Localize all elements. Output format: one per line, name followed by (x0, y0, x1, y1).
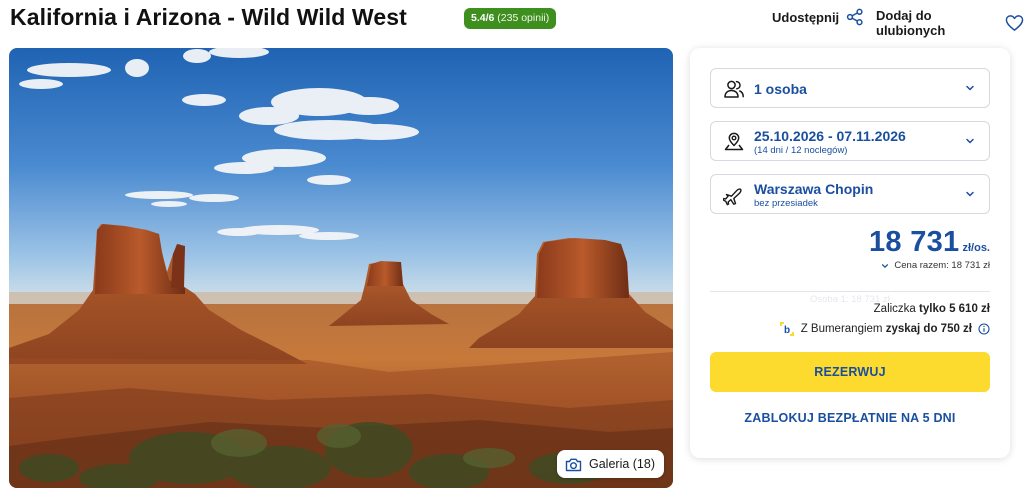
bumerang-info: b Z Bumerangiem zyskaj do 750 zł (779, 321, 990, 337)
map-pin-icon (724, 132, 744, 151)
total-price: Cena razem: 18 731 zł (894, 260, 990, 271)
gallery-button[interactable]: Galeria (18) (557, 450, 664, 478)
bumerang-prefix: Z Bumerangiem (800, 323, 886, 335)
bumerang-logo-icon: b (779, 322, 794, 336)
divider (710, 291, 990, 292)
share-button[interactable]: Udostępnij (772, 8, 864, 26)
share-label: Udostępnij (772, 9, 840, 25)
favorites-label: Dodaj do ulubionych (876, 8, 946, 38)
page-title: Kalifornia i Arizona - Wild Wild West (10, 4, 407, 30)
rating-badge[interactable]: 5.4/6 (235 opinii) (464, 8, 557, 29)
bumerang-amount: zyskaj do 750 zł (885, 323, 972, 335)
deposit-amount: tylko 5 610 zł (919, 303, 990, 315)
svg-text:b: b (784, 325, 790, 336)
dates-duration: (14 dni / 12 noclegów) (754, 145, 848, 156)
deposit-info: Zaliczka tylko 5 610 zł (874, 303, 990, 315)
chevron-down-icon (882, 263, 889, 268)
reserve-button[interactable]: REZERWUJ (710, 352, 990, 392)
plane-icon (723, 188, 742, 206)
chevron-down-icon (966, 85, 974, 91)
price-per-person: 18 731 zł/os. (710, 226, 990, 259)
hero-photo[interactable]: Galeria (18) (9, 48, 673, 488)
chevron-down-icon (966, 191, 974, 197)
info-icon[interactable] (978, 323, 990, 335)
departure-note: bez przesiadek (754, 198, 818, 209)
deposit-prefix: Zaliczka (873, 303, 920, 315)
persons-select[interactable]: 1 osoba (710, 68, 990, 108)
rating-count: (235 opinii) (497, 12, 550, 24)
price-unit: zł/os. (962, 242, 990, 254)
block-free-button[interactable]: ZABLOKUJ BEZPŁATNIE NA 5 DNI (710, 400, 990, 436)
persons-value: 1 osoba (754, 81, 807, 97)
people-icon (724, 80, 744, 98)
departure-value: Warszawa Chopin (754, 181, 874, 197)
total-price-toggle[interactable]: Cena razem: 18 731 zł (881, 260, 990, 271)
price-amount: 18 731 (868, 226, 960, 258)
page-header: Kalifornia i Arizona - Wild Wild West 5.… (0, 0, 1024, 40)
monument-valley-image (9, 48, 673, 488)
heart-icon (1005, 15, 1024, 31)
dates-select[interactable]: 25.10.2026 - 07.11.2026 (14 dni / 12 noc… (710, 121, 990, 161)
booking-panel: 1 osoba 25.10.2026 - 07.11.2026 (14 dni … (690, 48, 1010, 458)
chevron-down-icon (966, 138, 974, 144)
gallery-label: Galeria (18) (589, 457, 655, 471)
departure-select[interactable]: Warszawa Chopin bez przesiadek (710, 174, 990, 214)
dates-value: 25.10.2026 - 07.11.2026 (754, 128, 906, 144)
share-icon (847, 8, 863, 26)
camera-icon (565, 458, 582, 471)
add-to-favorites-button[interactable]: Dodaj do ulubionych (876, 8, 1024, 38)
rating-score: 5.4/6 (471, 12, 495, 24)
